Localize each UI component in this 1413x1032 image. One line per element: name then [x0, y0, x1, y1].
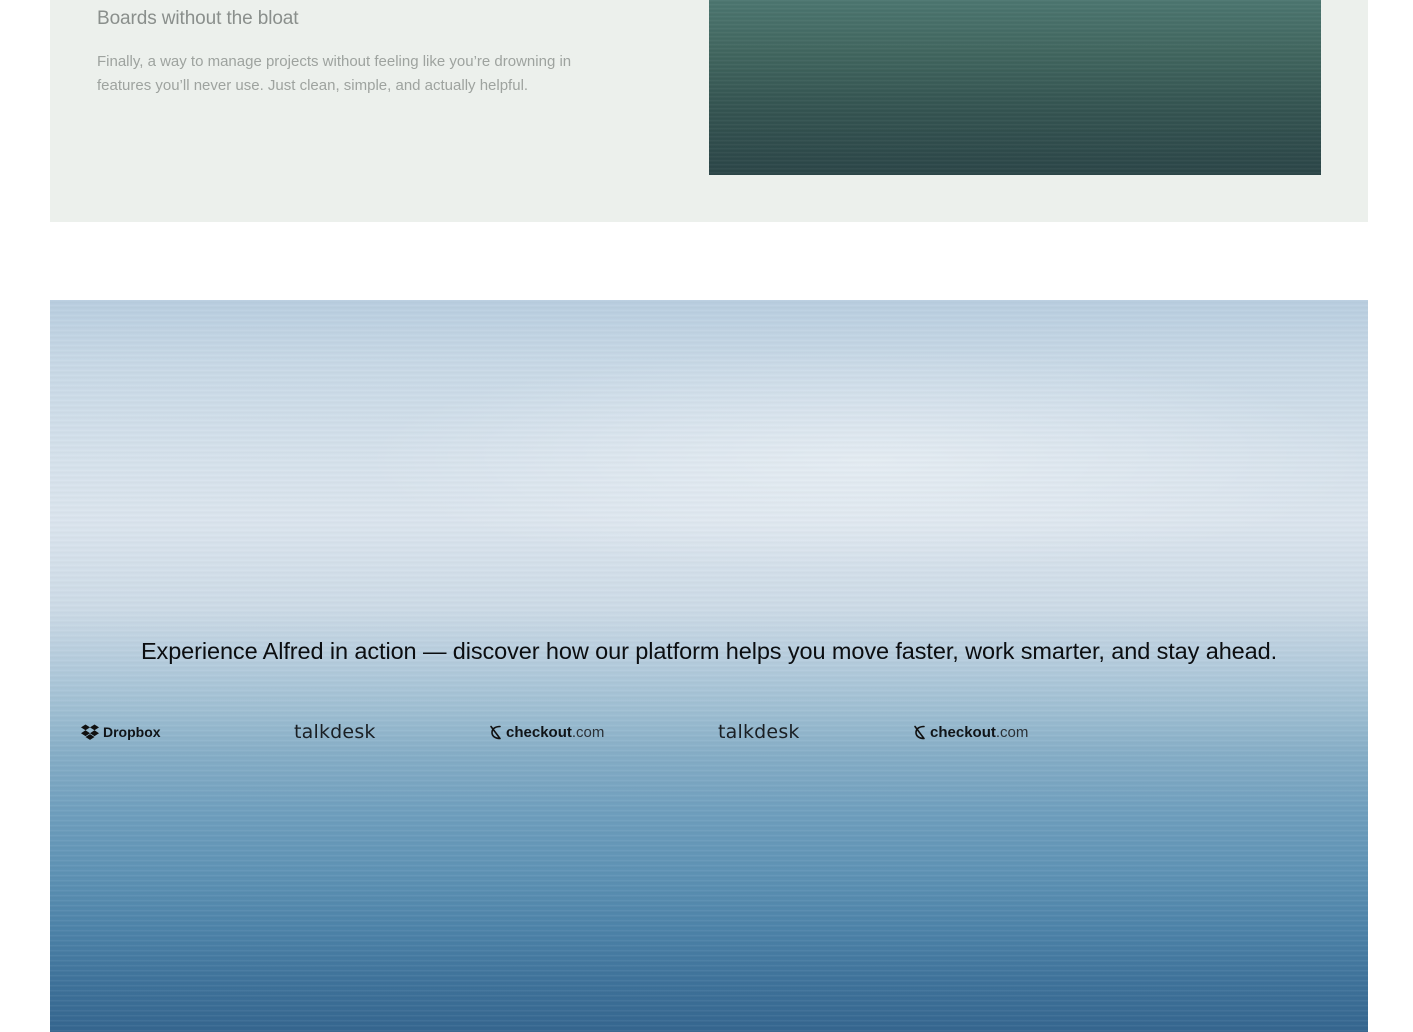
- logo-talkdesk: talkdesk: [718, 720, 800, 744]
- logo-dropbox-text: Dropbox: [103, 724, 161, 740]
- showcase-headline: Experience Alfred in action — discover h…: [140, 638, 1278, 664]
- logo-talkdesk-text: talkdesk: [294, 721, 376, 743]
- logo-checkout: checkout .com: [489, 720, 604, 744]
- dropbox-icon: [81, 724, 99, 740]
- logo-checkout-brand: checkout: [930, 723, 996, 741]
- logo-dropbox: Dropbox: [81, 720, 161, 744]
- page: Boards without the bloat Finally, a way …: [0, 0, 1413, 1032]
- feature-description: Finally, a way to manage projects withou…: [97, 53, 572, 94]
- feature-title: Boards without the bloat: [97, 8, 299, 29]
- checkout-icon: [914, 725, 925, 739]
- checkout-icon: [490, 725, 501, 739]
- logo-checkout-suffix: .com: [995, 723, 1029, 741]
- feature-card: Boards without the bloat Finally, a way …: [50, 0, 1368, 222]
- logo-talkdesk: talkdesk: [294, 720, 376, 744]
- logo-checkout-brand: checkout: [506, 723, 572, 741]
- showcase-section: Experience Alfred in action — discover h…: [50, 300, 1368, 1032]
- logo-talkdesk-text: talkdesk: [718, 721, 800, 743]
- logo-checkout-suffix: .com: [571, 723, 605, 741]
- logo-checkout: checkout .com: [913, 720, 1028, 744]
- feature-image: [709, 0, 1321, 175]
